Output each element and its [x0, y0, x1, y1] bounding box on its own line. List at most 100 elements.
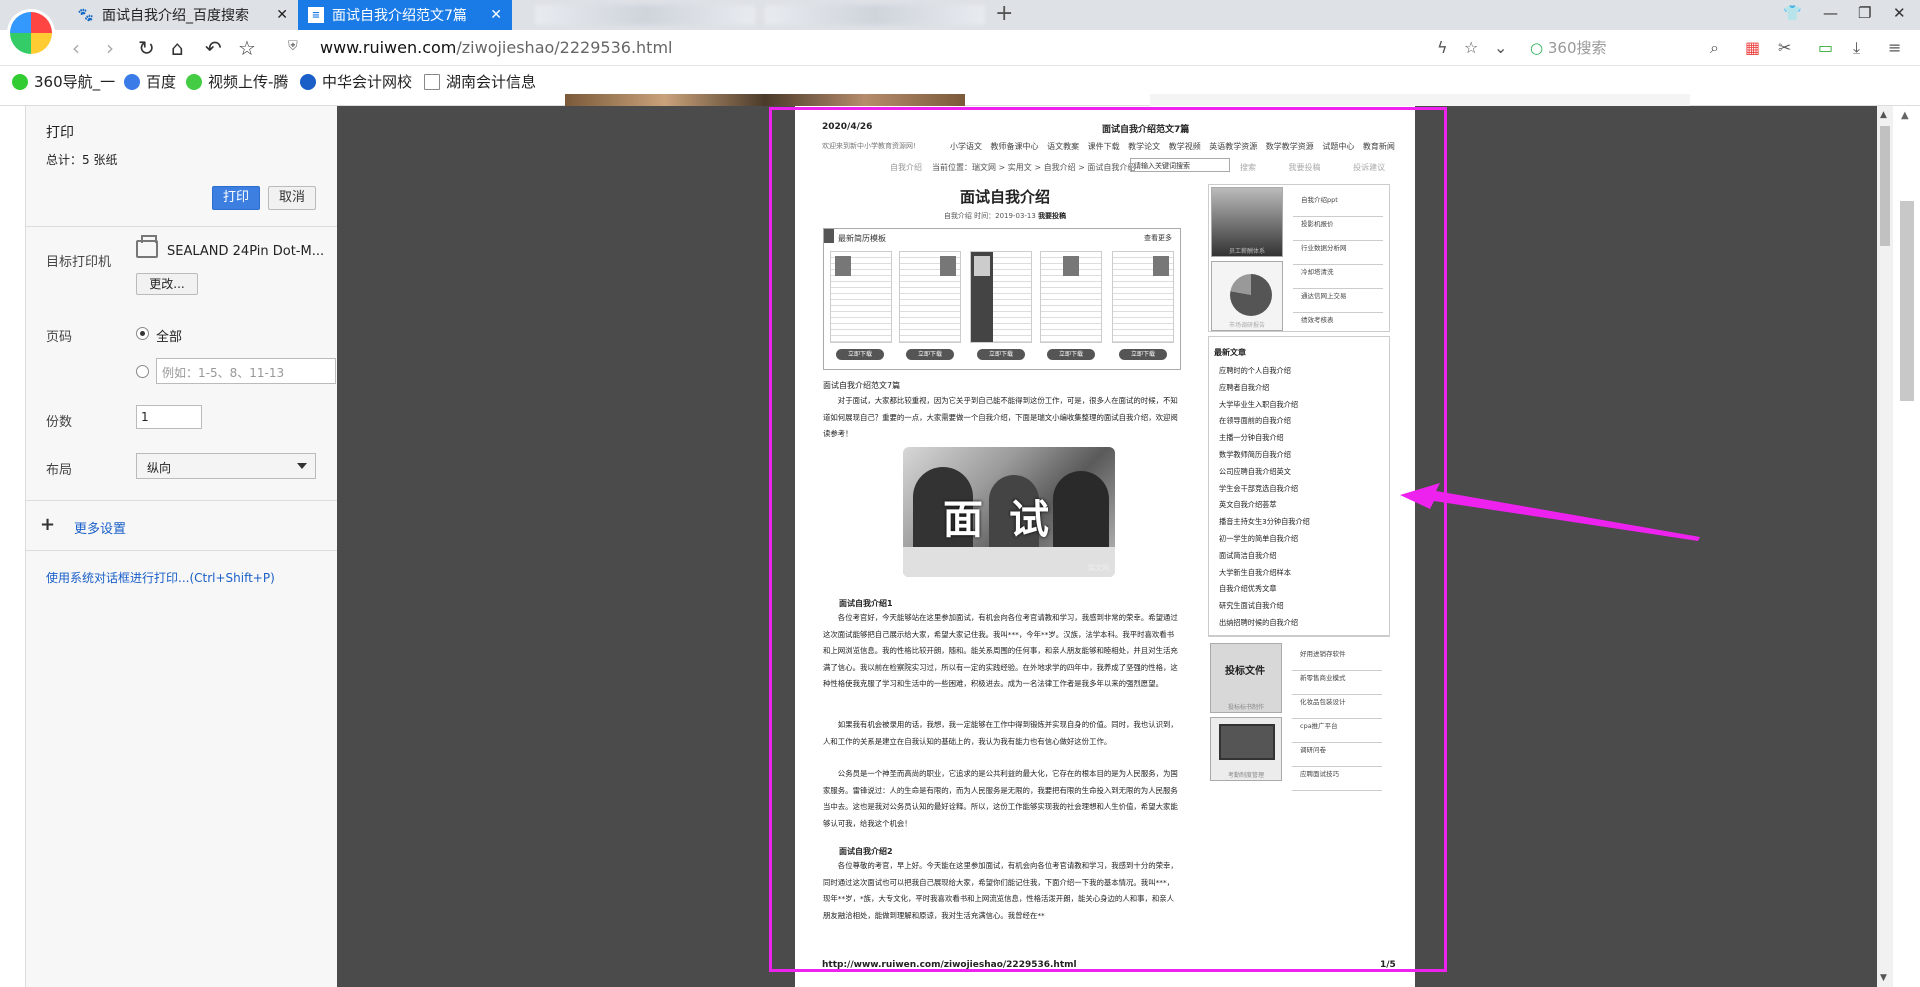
apps-grid-icon[interactable]: ▦	[1745, 38, 1760, 57]
ad-link: 投影机报价	[1293, 217, 1383, 241]
download-button: 立即下载	[977, 349, 1025, 360]
search-icon[interactable]: ⌕	[1710, 38, 1719, 58]
site-security-icon[interactable]: ⛨	[288, 39, 298, 54]
copies-input[interactable]: 1	[136, 405, 202, 429]
tab-active-article[interactable]: ≡ 面试自我介绍范文7篇 ✕	[298, 0, 512, 30]
pages-all-radio[interactable]	[136, 327, 149, 340]
resume-thumb	[830, 251, 892, 343]
print-button[interactable]: 打印	[212, 186, 260, 210]
scroll-up-icon[interactable]: ▲	[1880, 110, 1887, 120]
sheet-total: 总计：5 张纸	[46, 153, 118, 167]
bookmark-star-icon[interactable]: ☆	[1464, 38, 1478, 57]
bookmark-baidu[interactable]: 百度	[124, 71, 176, 92]
section-title: 面试自我介绍2	[839, 847, 893, 856]
chevron-down-icon[interactable]: ⌄	[1494, 38, 1507, 57]
scrollbar-thumb[interactable]	[1900, 201, 1914, 401]
cancel-button[interactable]: 取消	[268, 186, 316, 210]
battery-icon[interactable]: ▭	[1818, 38, 1833, 57]
tab-title: 面试自我介绍范文7篇	[332, 8, 467, 24]
list-item: 初一学生的简单自我介绍	[1219, 533, 1299, 543]
more-settings-link[interactable]: 更多设置	[74, 518, 126, 537]
plus-icon[interactable]: +	[40, 514, 55, 535]
article-intro: 对于面试，大家都比较重视，因为它关乎到自己能不能得到这份工作，可是，很多人在面试…	[823, 396, 1178, 439]
search-360-input[interactable]: ○ 360搜索	[1530, 37, 1607, 58]
bookmark-360[interactable]: 360导航_一	[12, 71, 115, 92]
bookmark-video-upload[interactable]: 视频上传-腾	[186, 71, 288, 92]
ad-link: 通达信网上交易	[1293, 289, 1383, 313]
baidu-paw-icon: 🐾	[77, 7, 95, 23]
shirt-skin-icon[interactable]: 👕	[1783, 4, 1802, 22]
list-item: 研究生面试自我介绍	[1219, 601, 1284, 611]
restore-icon[interactable]: ❐	[1858, 4, 1871, 22]
blurred-tab[interactable]	[765, 5, 985, 25]
section-paragraph: 各位考官好，今天能够站在这里参加面试，有机会向各位考官请教和学习，我感到非常的荣…	[823, 613, 1178, 689]
divider	[26, 550, 338, 551]
lightning-icon[interactable]: ϟ	[1437, 38, 1448, 57]
url-field[interactable]: www.ruiwen.com/ziwojieshao/2229536.html	[320, 38, 672, 57]
latest-title: 最新文章	[1214, 348, 1246, 357]
list-item: 应聘时的个人自我介绍	[1219, 366, 1291, 375]
back-icon[interactable]: ‹	[72, 36, 80, 60]
favorite-star-icon[interactable]: ☆	[238, 36, 256, 60]
article-subtitle: 面试自我介绍范文7篇	[823, 381, 901, 390]
scroll-down-icon[interactable]: ▼	[1880, 973, 1887, 983]
change-printer-button[interactable]: 更改...	[136, 273, 198, 295]
scissors-icon[interactable]: ✂	[1778, 38, 1791, 57]
ad-thumb: 市场调研报告	[1211, 261, 1283, 331]
section-paragraph: 各位尊敬的考官，早上好。今天能在这里参加面试，有机会向各位考官请教和学习，我感到…	[823, 861, 1178, 920]
ad-link: 应聘面试技巧	[1292, 767, 1382, 791]
minimize-icon[interactable]: —	[1823, 4, 1838, 22]
undo-close-icon[interactable]: ↶	[205, 36, 222, 60]
menu-icon[interactable]: ≡	[1888, 38, 1901, 57]
template-box-header: 最新简历模板 查看更多	[824, 229, 1180, 245]
ad-link: 新零售商业模式	[1292, 671, 1382, 695]
layout-label: 布局	[46, 463, 73, 478]
refresh-icon[interactable]: ↻	[138, 36, 155, 60]
caret-down-icon	[297, 463, 307, 469]
page-behind-right	[1150, 94, 1690, 106]
page-scrollbar[interactable]: ▲	[1893, 106, 1920, 987]
address-bar: ‹ › ↻ ⌂ ↶ ☆ ⛨ www.ruiwen.com/ziwojieshao…	[0, 30, 1920, 66]
home-icon[interactable]: ⌂	[171, 36, 184, 60]
system-dialog-link[interactable]: 使用系统对话框进行打印...(Ctrl+Shift+P)	[46, 569, 275, 586]
pages-range-radio[interactable]	[136, 365, 149, 378]
printer-name: SEALAND 24Pin Dot-M...	[167, 244, 325, 259]
layout-value: 纵向	[147, 461, 172, 475]
pages-all-label[interactable]: 全部	[156, 326, 182, 345]
resume-template-box: 最新简历模板 查看更多 立即下载 立即下载 立即下载 立即下载 立即下载	[823, 228, 1181, 370]
scroll-up-icon[interactable]: ▲	[1901, 110, 1909, 121]
list-item: 大学毕业生入职自我介绍	[1219, 399, 1299, 409]
resume-thumb	[1112, 251, 1174, 343]
browser-360-logo[interactable]	[10, 12, 52, 54]
layout-select[interactable]: 纵向	[136, 453, 316, 479]
tab-close-icon[interactable]: ✕	[276, 7, 288, 23]
tab-title: 面试自我介绍_百度搜索	[102, 8, 249, 24]
tab-bar: 🐾 面试自我介绍_百度搜索 ✕ ≡ 面试自我介绍范文7篇 ✕ + 👕 — ❐ ✕	[0, 0, 1920, 30]
list-item: 主播一分钟自我介绍	[1219, 433, 1284, 443]
preview-scrollbar[interactable]: ▲ ▼	[1877, 106, 1893, 987]
list-item: 应聘者自我介绍	[1219, 382, 1270, 392]
template-badge-icon	[824, 229, 834, 243]
list-item: 自我介绍优秀文章	[1219, 584, 1277, 594]
bookmark-hunan-accounting[interactable]: 湖南会计信息	[424, 71, 536, 92]
bookmark-chinaacc[interactable]: 中华会计网校	[300, 71, 412, 92]
monitor-icon	[1219, 724, 1275, 760]
page-photo-behind	[565, 94, 965, 106]
scrollbar-thumb[interactable]	[1880, 126, 1890, 246]
ad-links: 好用进销存软件 新零售商业模式 化妆品包装设计 cpa推广平台 调研问卷 应聘面…	[1292, 647, 1382, 791]
site-nav-links: 小学语文 教师备课中心 语文教案 课件下载 教学论文 教学视频 英语教学资源 数…	[950, 142, 1395, 151]
printer-icon	[136, 235, 158, 258]
close-window-icon[interactable]: ✕	[1893, 4, 1906, 22]
page-range-input[interactable]: 例如：1-5、8、11-13	[156, 358, 336, 384]
site-welcome: 欢迎来到新中小学教育资源网!	[822, 142, 916, 150]
new-tab-button[interactable]: +	[995, 1, 1013, 26]
forward-icon[interactable]: ›	[106, 36, 114, 60]
tab-close-icon[interactable]: ✕	[490, 7, 502, 23]
download-icon[interactable]: ⤓	[1853, 38, 1860, 58]
print-footer-url: http://www.ruiwen.com/ziwojieshao/222953…	[822, 960, 1077, 970]
blurred-tab[interactable]	[535, 5, 755, 25]
download-button: 立即下载	[906, 349, 954, 360]
article-meta: 自我介绍 时间：2019-03-13 我要投稿	[943, 212, 1067, 220]
ad-thumb: 员工薪酬体系	[1211, 187, 1283, 257]
tab-baidu-search[interactable]: 🐾 面试自我介绍_百度搜索 ✕	[68, 0, 298, 30]
